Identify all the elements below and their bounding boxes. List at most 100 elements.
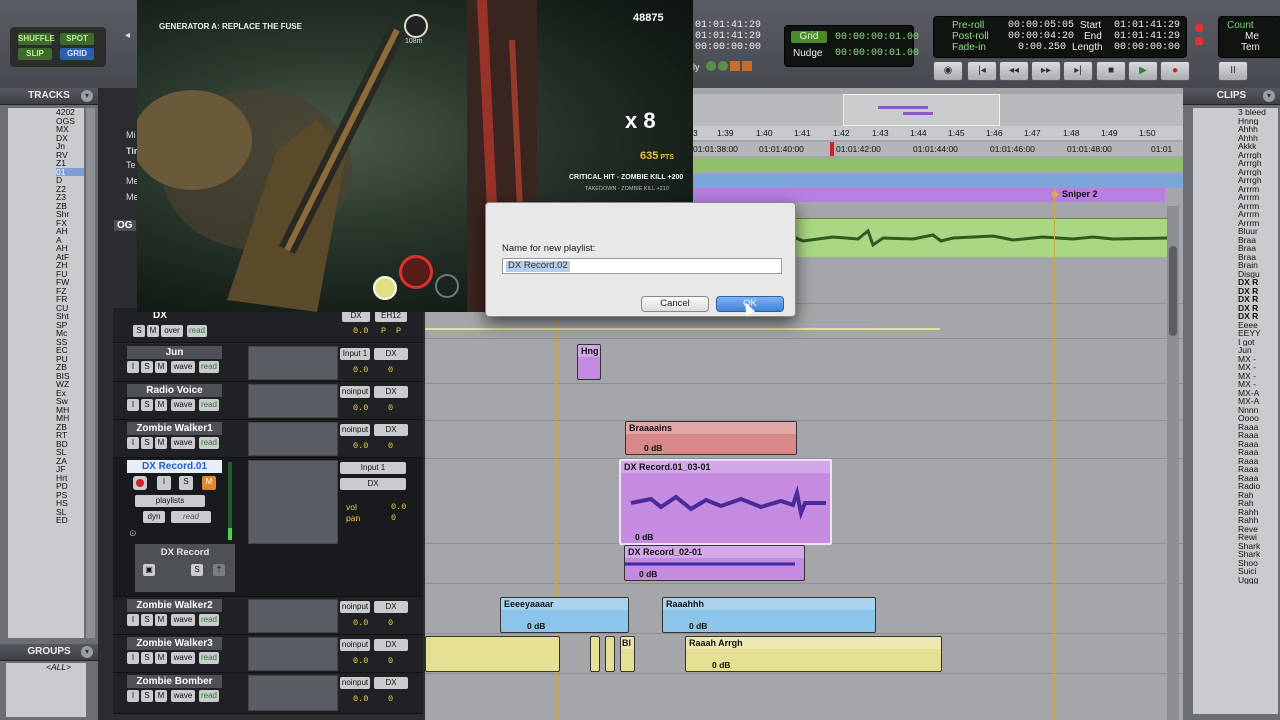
clips-list-item[interactable]: Raaa — [1238, 474, 1278, 483]
clips-list-item[interactable]: Shark — [1238, 542, 1278, 551]
overview-viewport[interactable] — [843, 94, 1000, 126]
pan-value[interactable]: 0 — [388, 656, 393, 666]
tracks-list-item[interactable]: Z1 — [56, 159, 84, 168]
rewind-icon[interactable]: ◂◂ — [999, 61, 1029, 81]
volume-value[interactable]: 0.0 — [353, 694, 368, 704]
tracks-list-item[interactable]: A — [56, 236, 84, 245]
playlists-button[interactable]: playlists — [135, 495, 205, 507]
automation-mode-button[interactable]: read — [199, 690, 219, 702]
go-to-end-icon[interactable]: ▸| — [1063, 61, 1093, 81]
track-name[interactable]: Zombie Walker2 — [127, 599, 222, 612]
output-selector[interactable]: DX — [374, 677, 408, 689]
session-overview[interactable] — [693, 94, 1183, 126]
clips-list-item[interactable]: Hnng — [1238, 117, 1278, 126]
clip-braaaains[interactable]: Braaaains 0 dB — [625, 421, 797, 455]
clips-list-item[interactable]: Rahh — [1238, 516, 1278, 525]
track-name[interactable]: Jun — [127, 346, 222, 359]
tracks-list-item[interactable]: MH — [56, 406, 84, 415]
volume-value[interactable]: 0.0 — [353, 441, 368, 451]
clips-list-item[interactable]: Arrrgh — [1238, 176, 1278, 185]
clips-list-item[interactable]: Ahhh — [1238, 134, 1278, 143]
clips-list-item[interactable]: MX - — [1238, 380, 1278, 389]
online-icon[interactable]: ◉ — [933, 61, 963, 81]
tracks-list-item[interactable]: FZ — [56, 287, 84, 296]
clips-list-item[interactable]: DX R — [1238, 287, 1278, 296]
input-selector[interactable]: noinput — [340, 386, 370, 398]
volume-value[interactable]: 0.0 — [391, 502, 406, 512]
nudge-label[interactable]: Nudge — [793, 48, 822, 59]
track-zombie-walker1[interactable]: Zombie Walker1 I S M wave read noinput D… — [113, 420, 423, 458]
clips-list-item[interactable]: Arrrgh — [1238, 168, 1278, 177]
tracks-list-item[interactable]: HS — [56, 499, 84, 508]
track-name[interactable]: Zombie Walker1 — [127, 422, 222, 435]
stop-icon[interactable]: ■ — [1096, 61, 1126, 81]
fadein-value[interactable]: 0:00.250 — [1018, 42, 1066, 53]
tracks-list-item[interactable]: PS — [56, 491, 84, 500]
automation-mode-button[interactable]: read — [171, 511, 211, 523]
clips-list-item[interactable]: Raaa — [1238, 431, 1278, 440]
view-mode-button[interactable]: wave — [171, 652, 195, 664]
preroll-label[interactable]: Pre-roll — [952, 20, 984, 31]
clips-list-item[interactable]: Arrrgh — [1238, 151, 1278, 160]
clips-list-item[interactable]: Arrrm — [1238, 210, 1278, 219]
grid-mode-button[interactable]: GRID — [60, 48, 94, 60]
clips-list-item[interactable]: MX - — [1238, 372, 1278, 381]
clips-list-item[interactable]: MX - — [1238, 355, 1278, 364]
clips-list-item[interactable]: Jun — [1238, 346, 1278, 355]
clip-yellow-small[interactable] — [590, 636, 600, 672]
grid-toggle[interactable]: Grid — [791, 31, 827, 43]
return-to-zero-icon[interactable]: |◂ — [967, 61, 997, 81]
clips-list-item[interactable]: Akkk — [1238, 142, 1278, 151]
count-label[interactable]: Count — [1227, 20, 1254, 31]
clip-dx-record-02[interactable]: DX Record_02-01 0 dB — [624, 545, 805, 581]
tracks-list-item[interactable]: SL — [56, 448, 84, 457]
tracks-list-item[interactable]: ED — [56, 516, 84, 525]
mute-button[interactable]: M — [155, 361, 167, 373]
tracks-list-item[interactable]: Shr — [56, 210, 84, 219]
tracks-list-item[interactable]: Hrt — [56, 474, 84, 483]
tracks-list-item[interactable]: FU — [56, 270, 84, 279]
pan-value[interactable]: 0 — [388, 365, 393, 375]
output-selector[interactable]: DX — [374, 601, 408, 613]
playlist-lane-icon[interactable]: ▣ — [143, 564, 155, 576]
clip-hng[interactable]: Hng — [577, 344, 601, 380]
tracks-list-item[interactable]: EC — [56, 346, 84, 355]
tracks-list-item[interactable]: ZB — [56, 423, 84, 432]
input-selector[interactable]: noinput — [340, 639, 370, 651]
clips-list-item[interactable]: Braa — [1238, 244, 1278, 253]
solo-button[interactable]: S — [141, 361, 153, 373]
clips-list-item[interactable]: Ahhh — [1238, 125, 1278, 134]
mute-button[interactable]: M — [155, 614, 167, 626]
track-dx-record-01[interactable]: DX Record.01 I S M playlists dyn read ⊙ … — [113, 458, 423, 597]
marker-label[interactable]: Sniper 2 — [1062, 189, 1098, 199]
tracks-list[interactable]: 4202 OGS MX DX Jn RV Z1 01 D Z2 Z3 ZB Shr FX AH A AH AtF Z… — [8, 108, 84, 638]
input-monitor-button[interactable]: I — [127, 690, 139, 702]
chevron-icon[interactable]: ◂ — [125, 30, 130, 41]
pan-value[interactable]: 0 — [391, 513, 396, 523]
view-mode-button[interactable]: wave — [171, 690, 195, 702]
automation-mode-button[interactable]: read — [199, 361, 219, 373]
mute-button[interactable]: M — [155, 652, 167, 664]
input-selector[interactable]: Input 1 — [340, 462, 406, 474]
postroll-label[interactable]: Post-roll — [952, 31, 989, 42]
tracks-list-item[interactable]: D — [56, 176, 84, 185]
clips-list-item[interactable]: Shoo — [1238, 559, 1278, 568]
tracks-scrollbar[interactable] — [86, 108, 95, 638]
record-arm-button[interactable] — [133, 476, 147, 490]
pan-value[interactable]: P — [381, 326, 386, 336]
solo-button[interactable]: S — [141, 690, 153, 702]
postroll-value[interactable]: 00:00:04:20 — [1008, 31, 1074, 42]
loop-icon[interactable]: II — [1218, 61, 1248, 81]
tracks-list-item[interactable]: Mc — [56, 329, 84, 338]
clips-list-item[interactable]: Raaa — [1238, 457, 1278, 466]
tracks-list-item[interactable]: WZ — [56, 380, 84, 389]
record-icon[interactable]: ● — [1160, 61, 1190, 81]
tracks-list-item[interactable]: FW — [56, 278, 84, 287]
tracks-list-item[interactable]: SP — [56, 321, 84, 330]
tracks-list-item[interactable]: AH — [56, 227, 84, 236]
tracks-list-item[interactable]: ZH — [56, 261, 84, 270]
clips-list-item[interactable]: EEYY — [1238, 329, 1278, 338]
clips-list-item[interactable]: Rahh — [1238, 508, 1278, 517]
clips-list-item[interactable]: Nnnn — [1238, 406, 1278, 415]
clips-list-item[interactable]: Eeee — [1238, 321, 1278, 330]
